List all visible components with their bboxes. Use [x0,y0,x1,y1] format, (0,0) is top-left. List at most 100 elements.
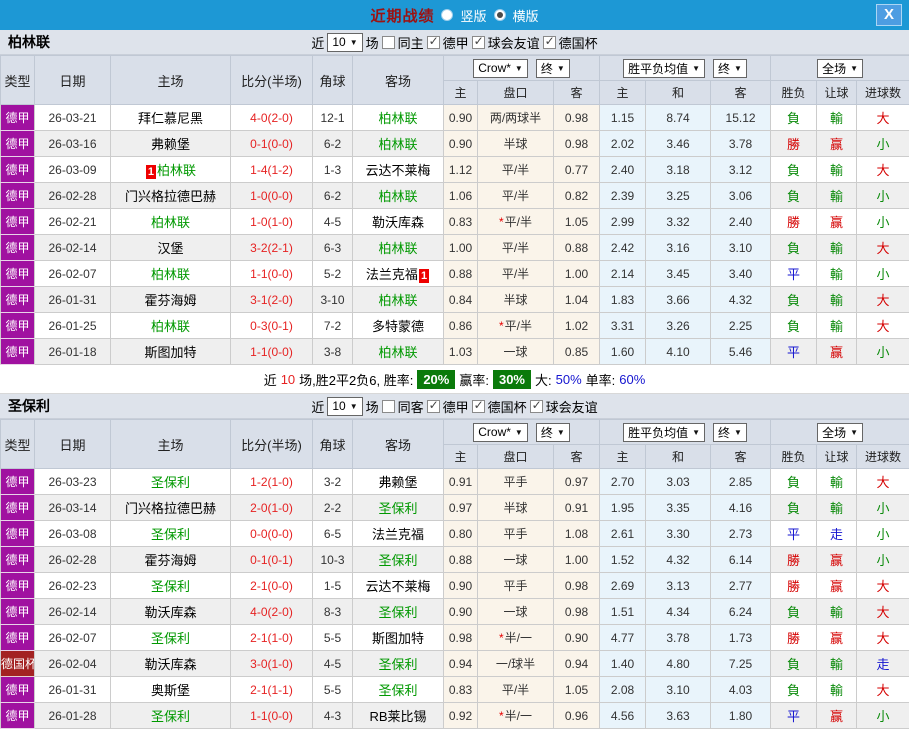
team-name[interactable]: 柏林联 [378,111,417,126]
close-icon[interactable]: X [876,4,902,26]
team-name[interactable]: 法兰克福 [372,527,424,542]
asian-period-select[interactable]: 终 ▼ [535,422,570,442]
layout-horizontal-radio[interactable] [493,9,506,21]
team-name[interactable]: 圣保利 [378,683,417,698]
bookmaker-select[interactable]: Crow* ▼ [473,58,528,78]
same-venue-label[interactable]: 同客 [398,397,424,416]
summary-count: 10 [280,371,296,387]
team-name[interactable]: 门兴格拉德巴赫 [125,501,216,516]
team-name[interactable]: 霍芬海姆 [144,553,196,568]
team-name[interactable]: 多特蒙德 [372,319,424,334]
same-venue-checkbox[interactable] [381,399,395,413]
team-name[interactable]: 圣保利 [151,709,190,724]
team-name[interactable]: 勒沃库森 [144,657,196,672]
team-name[interactable]: 圣保利 [151,631,190,646]
team-cell: 勒沃库森 [110,650,231,677]
goals-outcome: 大 [856,598,909,625]
team-name[interactable]: 汉堡 [157,241,183,256]
full-score: 1-1 [250,266,268,281]
team-name[interactable]: 柏林联 [151,267,190,282]
asian-odds: 0.77 [552,156,601,183]
layout-vertical-radio[interactable] [441,9,454,21]
team-name[interactable]: 奥斯堡 [151,683,190,698]
star-mark: * [498,215,504,229]
league-filter-label[interactable]: 球会友谊 [488,33,540,52]
team-name[interactable]: 勒沃库森 [144,605,196,620]
team-name[interactable]: 柏林联 [378,241,417,256]
team-cell: 拜仁慕尼黑 [110,104,231,131]
team-name[interactable]: 圣保利 [378,657,417,672]
europe-odds: 4.16 [710,494,772,521]
team-name[interactable]: 勒沃库森 [372,215,424,230]
score-cell: 1-2(1-0) [230,468,313,495]
team-name[interactable]: 云达不莱梅 [365,163,430,178]
team-name[interactable]: 圣保利 [151,475,190,490]
team-name[interactable]: 圣保利 [151,579,190,594]
handicap-rate-badge: 30% [492,369,531,389]
team-name[interactable]: 弗赖堡 [378,475,417,490]
match-count-select[interactable]: 10 ▼ [327,32,363,52]
col-header-date: 日期 [34,419,111,469]
team-name[interactable]: 霍芬海姆 [144,293,196,308]
team-name[interactable]: 圣保利 [151,527,190,542]
team-name[interactable]: RB莱比锡 [369,709,426,724]
team-name[interactable]: 圣保利 [378,605,417,620]
league-filter-checkbox[interactable] [426,35,440,49]
league-filter-label[interactable]: 球会友谊 [546,397,598,416]
goals-outcome: 小 [856,208,909,235]
team-name[interactable]: 柏林联 [151,215,190,230]
team-name[interactable]: 柏林联 [151,319,190,334]
col-header-home: 主场 [110,55,231,105]
league-filter-label[interactable]: 德国杯 [488,397,527,416]
league-filter-checkbox[interactable] [471,35,485,49]
team-name[interactable]: 门兴格拉德巴赫 [125,189,216,204]
team-name[interactable]: 柏林联 [378,137,417,152]
asian-period-select[interactable]: 终 ▼ [535,58,570,78]
layout-horizontal-label[interactable]: 横版 [513,6,539,25]
team-name[interactable]: 斯图加特 [144,345,196,360]
europe-odds: 3.12 [710,156,772,183]
same-venue-label[interactable]: 同主 [398,33,424,52]
single-rate-value: 60% [619,371,646,387]
team-name[interactable]: 斯图加特 [372,631,424,646]
same-venue-checkbox[interactable] [381,35,395,49]
team-name[interactable]: 法兰克福 [366,267,418,282]
europe-odds: 3.31 [599,312,647,339]
league-filter-checkbox[interactable] [529,399,543,413]
team-name[interactable]: 拜仁慕尼黑 [138,111,203,126]
scope-select[interactable]: 全场 ▼ [817,58,863,78]
league-filter-checkbox[interactable] [542,35,556,49]
asian-odds: 1.08 [552,520,601,547]
team-name[interactable]: 弗赖堡 [151,137,190,152]
team-name[interactable]: 圣保利 [378,553,417,568]
match-type-badge: 德甲 [0,260,35,287]
team-name[interactable]: 柏林联 [378,293,417,308]
match-row: 德甲 26-01-28 圣保利 1-1(0-0) 4-3 RB莱比锡 0.92 *半/一 0.9… [0,702,909,729]
league-filter-checkbox[interactable] [426,399,440,413]
scope-select[interactable]: 全场 ▼ [817,422,863,442]
league-filter-checkbox[interactable] [471,399,485,413]
asian-odds: 0.94 [552,650,601,677]
league-filter-label[interactable]: 德国杯 [559,33,598,52]
team-name[interactable]: 云达不莱梅 [365,579,430,594]
league-filter-label[interactable]: 德甲 [443,397,469,416]
league-filter-label[interactable]: 德甲 [443,33,469,52]
team-name[interactable]: 柏林联 [378,189,417,204]
europe-average-select[interactable]: 胜平负均值 ▼ [623,422,706,442]
team-name[interactable]: 柏林联 [157,163,196,178]
handicap-value: *平/半 [477,208,554,235]
europe-average-select[interactable]: 胜平负均值 ▼ [623,58,706,78]
team-name[interactable]: 柏林联 [378,345,417,360]
bookmaker-select[interactable]: Crow* ▼ [473,422,528,442]
asian-odds: 0.84 [443,286,478,313]
layout-vertical-label[interactable]: 竖版 [460,6,486,25]
result-outcome: 平 [770,520,818,547]
team-name[interactable]: 圣保利 [378,501,417,516]
europe-period-select[interactable]: 终 ▼ [713,422,747,442]
goals-outcome: 大 [856,572,909,599]
match-count-select[interactable]: 10 ▼ [327,396,363,416]
score-cell: 0-1(0-0) [230,130,313,157]
europe-period-select[interactable]: 终 ▼ [713,58,747,78]
handicap-value: 半球 [477,286,554,313]
sub-header-euro-home: 主 [599,444,647,469]
